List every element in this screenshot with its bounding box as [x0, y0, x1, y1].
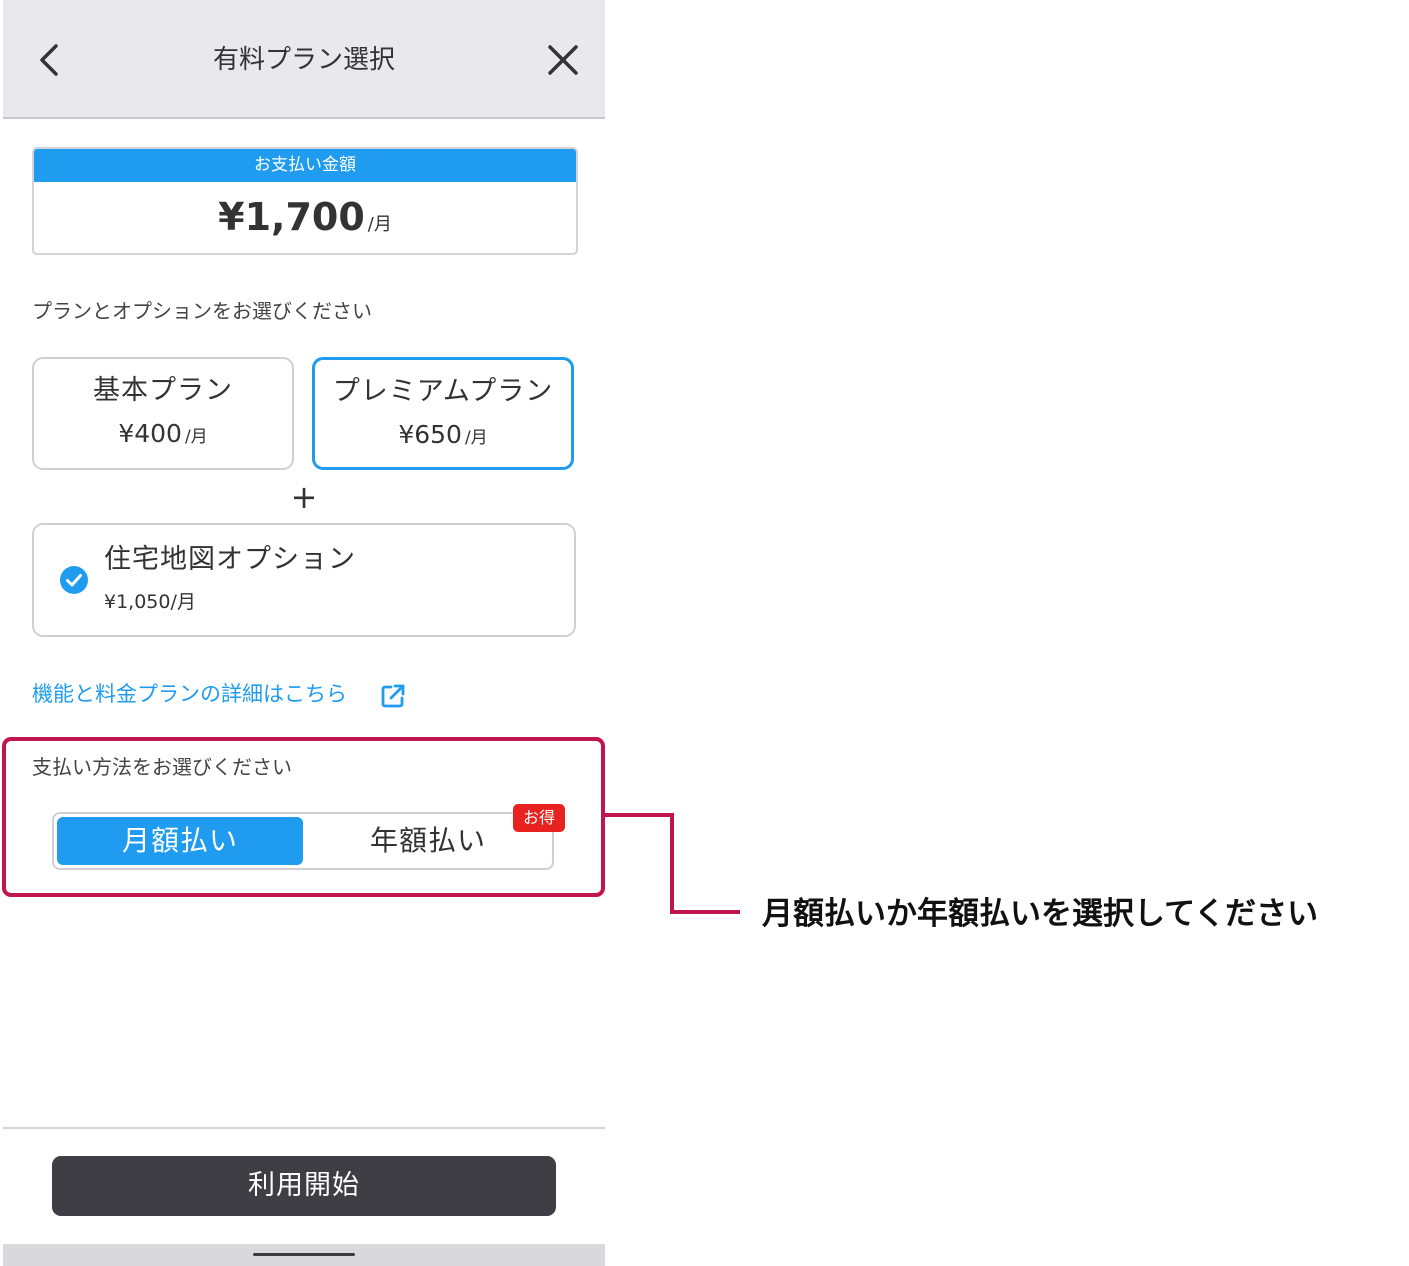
payment-amount-label: お支払い金額	[34, 149, 576, 182]
highlight-box	[2, 737, 605, 897]
plan-price-unit: /月	[184, 427, 208, 447]
plan-name: プレミアムプラン	[332, 376, 554, 407]
close-icon[interactable]	[543, 40, 583, 80]
home-indicator[interactable]	[253, 1253, 355, 1256]
plan-card-basic[interactable]: 基本プラン ¥400/月	[32, 357, 294, 470]
payment-amount-card: お支払い金額 ¥1,700/月	[32, 147, 578, 255]
start-button[interactable]: 利用開始	[52, 1156, 556, 1216]
option-card-housing-map[interactable]: 住宅地図オプション ¥1,050/月	[32, 523, 576, 637]
external-link-icon[interactable]	[380, 683, 406, 709]
plan-card-premium[interactable]: プレミアムプラン ¥650/月	[312, 357, 574, 470]
plan-price-value: ¥400	[118, 419, 182, 448]
option-price: ¥1,050/月	[104, 591, 196, 613]
payment-amount-value: ¥1,700/月	[34, 192, 576, 250]
page-title: 有料プラン選択	[212, 45, 395, 75]
option-name: 住宅地図オプション	[104, 544, 356, 575]
callout-annotation-text: 月額払いか年額払いを選択してください	[762, 896, 1319, 932]
check-circle-icon[interactable]	[59, 565, 89, 595]
plan-price: ¥650/月	[315, 418, 571, 455]
callout-connector	[605, 813, 740, 914]
plan-name: 基本プラン	[93, 375, 233, 406]
footer-divider	[3, 1127, 605, 1129]
payment-amount-unit: /月	[367, 214, 392, 235]
plan-price-unit: /月	[464, 428, 488, 448]
plan-details-link[interactable]: 機能と料金プランの詳細はこちら	[32, 678, 347, 710]
plan-section-label: プランとオプションをお選びください	[32, 299, 372, 323]
payment-amount-number: ¥1,700	[218, 195, 365, 239]
plus-sign: +	[290, 478, 318, 516]
phone-screen: 有料プラン選択 お支払い金額 ¥1,700/月 プランとオプションをお選びくださ…	[3, 0, 605, 1266]
header-bar: 有料プラン選択	[3, 0, 605, 119]
plan-price: ¥400/月	[34, 417, 292, 454]
plan-price-value: ¥650	[398, 420, 462, 449]
